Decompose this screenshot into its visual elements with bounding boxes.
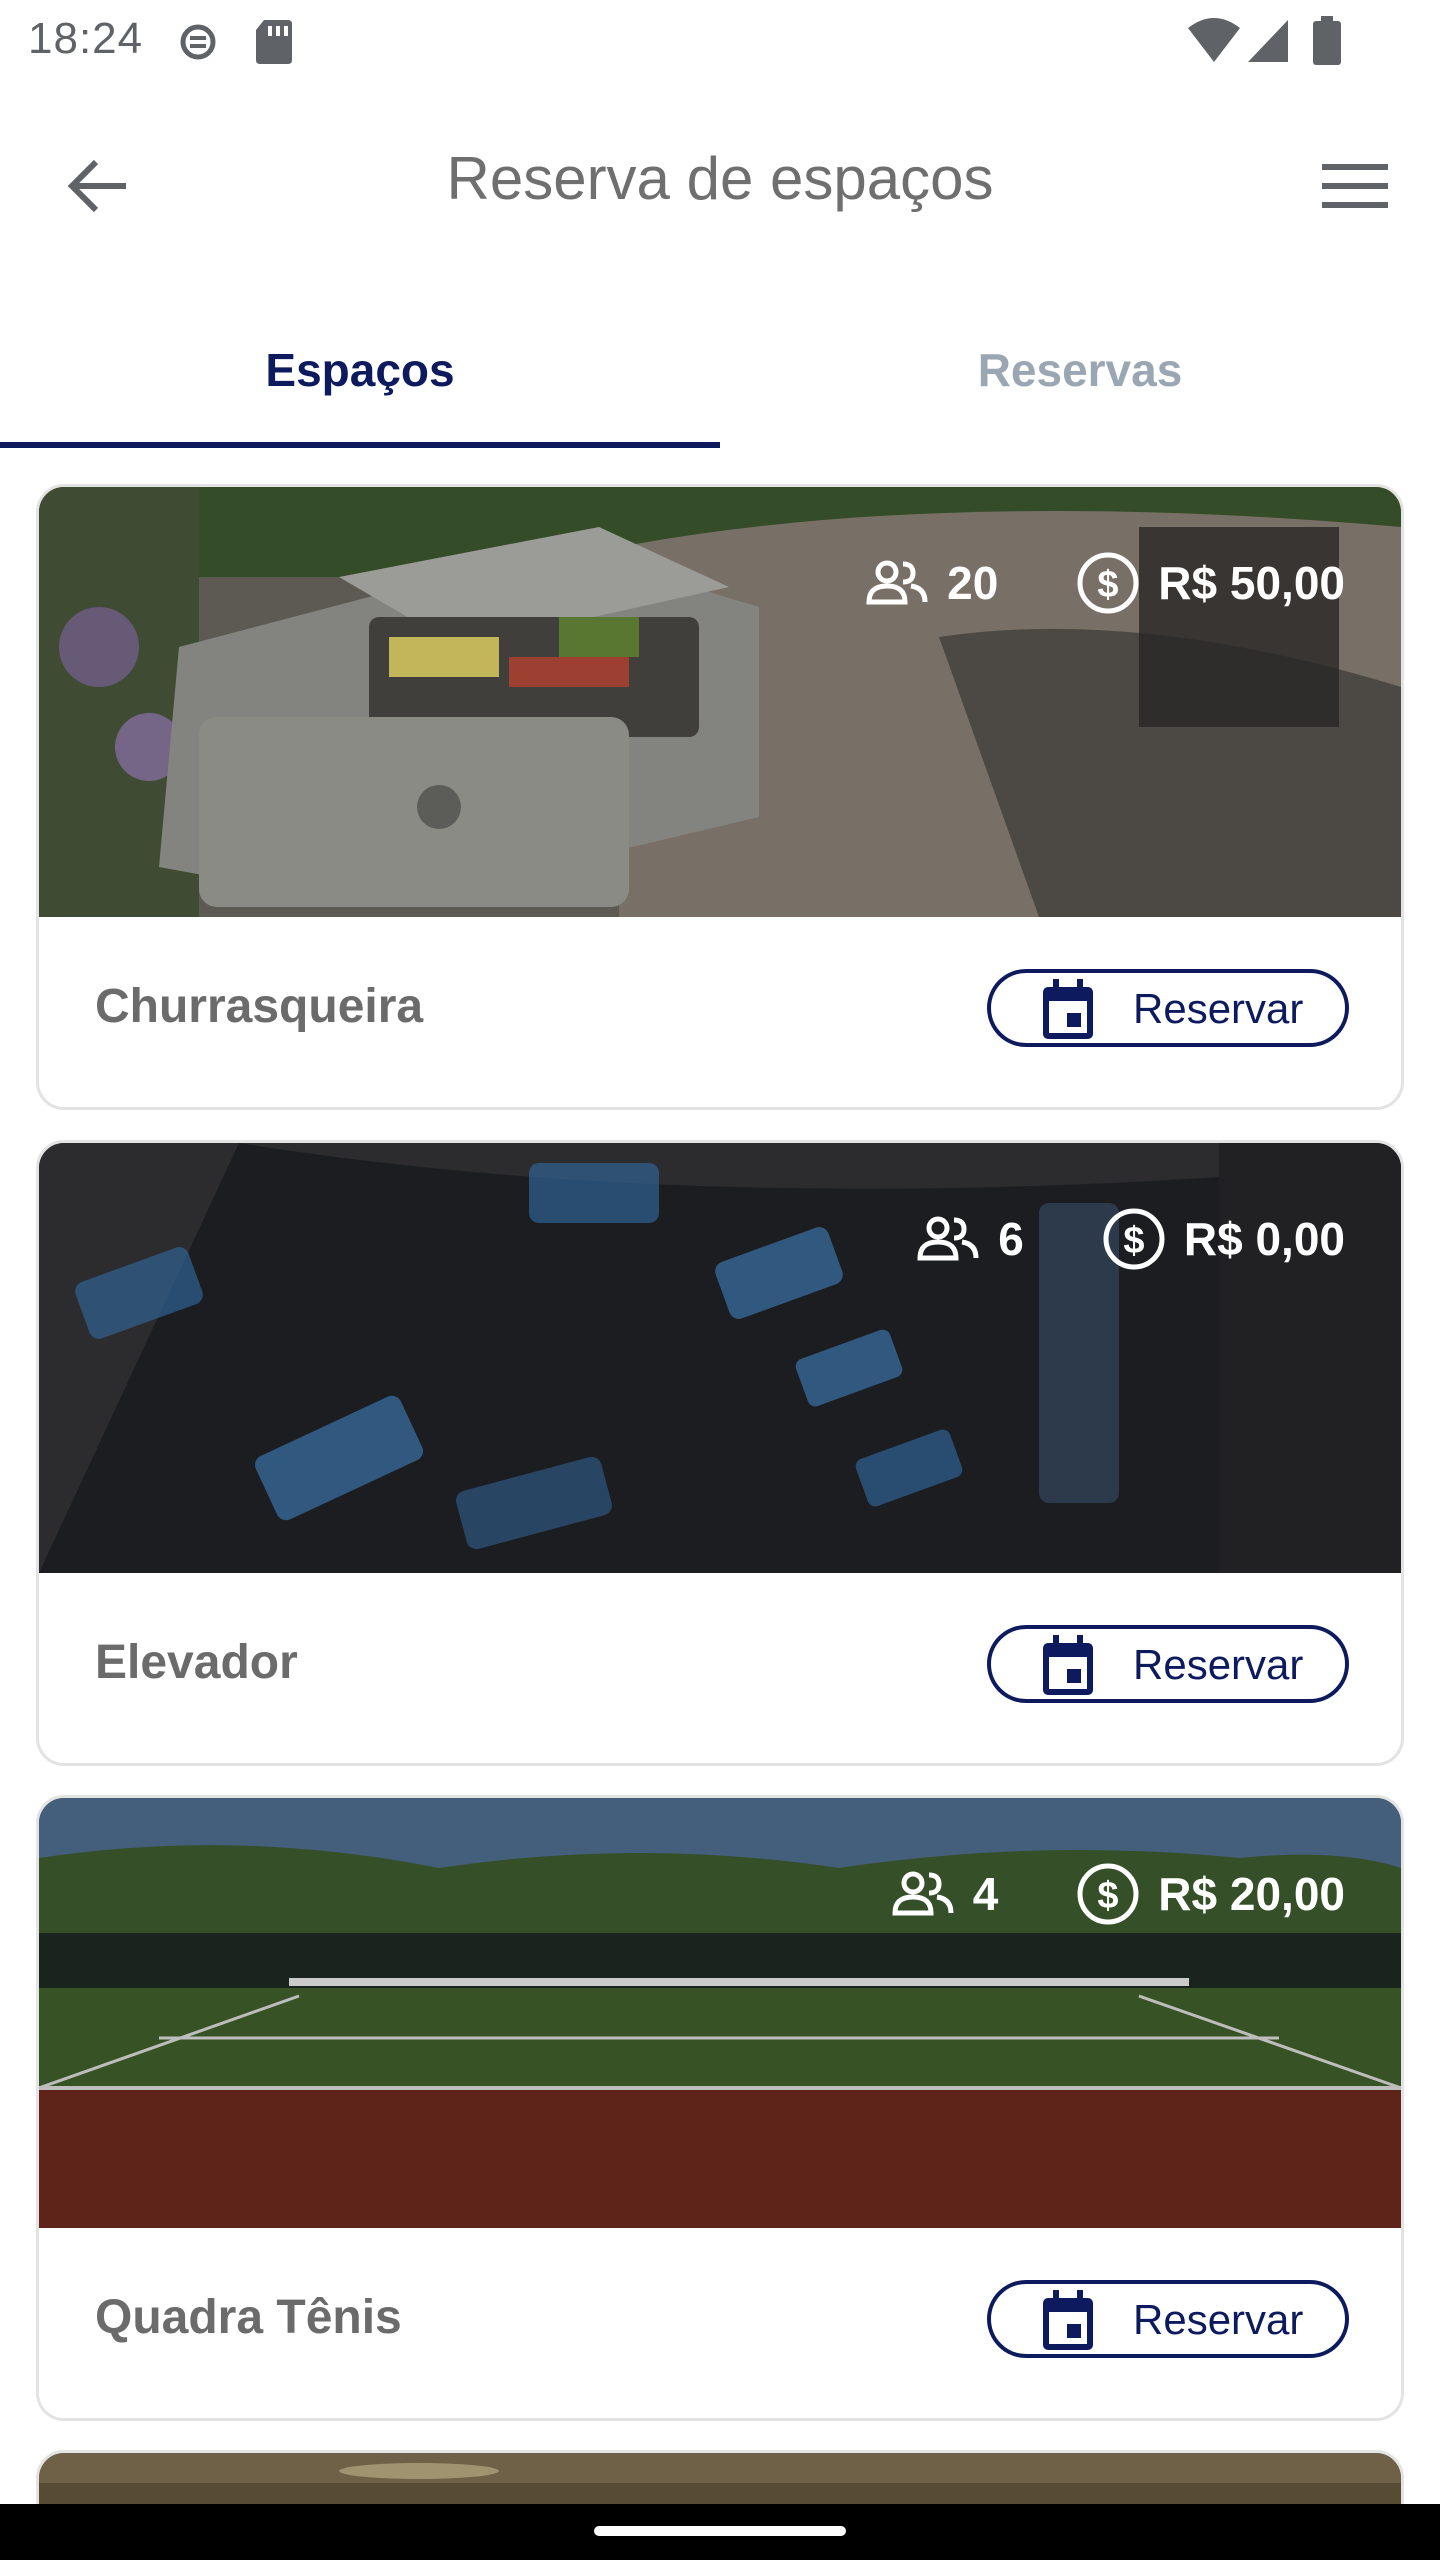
svg-text:$: $ bbox=[1098, 1875, 1119, 1917]
space-info-badges: 6 $ R$ 0,00 bbox=[916, 1207, 1345, 1271]
card-footer: Quadra Tênis Reservar bbox=[39, 2228, 1401, 2418]
space-info-badges: 4 $ R$ 20,00 bbox=[891, 1862, 1345, 1926]
wifi-icon bbox=[1186, 16, 1242, 69]
hamburger-menu-icon bbox=[1322, 162, 1388, 215]
sd-card-icon bbox=[252, 16, 296, 73]
dollar-circle-icon: $ bbox=[1076, 1862, 1140, 1926]
space-card-elevador[interactable]: 6 $ R$ 0,00 Elevador Reservar bbox=[36, 1140, 1404, 1766]
calendar-icon bbox=[1041, 2290, 1095, 2357]
card-footer: Churrasqueira Reservar bbox=[39, 917, 1401, 1107]
people-icon bbox=[916, 1216, 980, 1262]
space-image: 4 $ R$ 20,00 bbox=[39, 1798, 1401, 2228]
calendar-icon bbox=[1041, 979, 1095, 1046]
battery-icon bbox=[1312, 16, 1342, 71]
space-image: 6 $ R$ 0,00 bbox=[39, 1143, 1401, 1573]
status-time: 18:24 bbox=[28, 14, 144, 63]
tab-label: Reservas bbox=[977, 344, 1183, 396]
active-tab-indicator bbox=[0, 442, 720, 448]
space-info-badges: 20 $ R$ 50,00 bbox=[865, 551, 1345, 615]
price-badge: $ R$ 20,00 bbox=[1076, 1862, 1345, 1926]
capacity-value: 4 bbox=[972, 1868, 999, 1920]
reserve-label: Reservar bbox=[1133, 2296, 1304, 2343]
status-bar: 18:24 bbox=[0, 0, 1440, 84]
page-title: Reserva de espaços bbox=[446, 145, 994, 212]
space-name: Elevador bbox=[95, 1636, 298, 1689]
space-image: 20 $ R$ 50,00 bbox=[39, 487, 1401, 917]
price-value: R$ 0,00 bbox=[1183, 1213, 1345, 1265]
tab-reservas[interactable]: Reservas bbox=[720, 292, 1440, 448]
home-gesture-handle[interactable] bbox=[594, 2526, 846, 2536]
card-footer: Elevador Reservar bbox=[39, 1573, 1401, 1763]
cell-signal-icon bbox=[1246, 16, 1290, 69]
tab-label: Espaços bbox=[265, 344, 455, 396]
capacity-badge: 20 bbox=[865, 556, 998, 610]
space-card-quadra-tenis[interactable]: 4 $ R$ 20,00 Quadra Tênis Reservar bbox=[36, 1795, 1404, 2421]
app-bar: Reserva de espaços bbox=[0, 84, 1440, 280]
reserve-button[interactable]: Reservar bbox=[987, 2280, 1349, 2358]
people-icon bbox=[891, 1871, 955, 1917]
data-saver-icon bbox=[176, 16, 220, 73]
capacity-badge: 6 bbox=[916, 1212, 1024, 1266]
reserve-label: Reservar bbox=[1133, 1641, 1304, 1688]
price-value: R$ 20,00 bbox=[1158, 1868, 1345, 1920]
space-name: Quadra Tênis bbox=[95, 2291, 402, 2344]
price-value: R$ 50,00 bbox=[1158, 557, 1345, 609]
space-card-churrasqueira[interactable]: 20 $ R$ 50,00 Churrasqueira Reservar bbox=[36, 484, 1404, 1110]
tab-bar: Espaços Reservas bbox=[0, 292, 1440, 448]
calendar-icon bbox=[1041, 1635, 1095, 1702]
price-badge: $ R$ 50,00 bbox=[1076, 551, 1345, 615]
svg-text:$: $ bbox=[1123, 1220, 1144, 1262]
capacity-badge: 4 bbox=[891, 1867, 999, 1921]
system-nav-bar bbox=[0, 2504, 1440, 2560]
dollar-circle-icon: $ bbox=[1102, 1207, 1166, 1271]
reserve-button[interactable]: Reservar bbox=[987, 969, 1349, 1047]
menu-button[interactable] bbox=[1310, 146, 1400, 230]
capacity-value: 20 bbox=[947, 557, 999, 609]
svg-text:$: $ bbox=[1098, 564, 1119, 606]
people-icon bbox=[865, 560, 929, 606]
dollar-circle-icon: $ bbox=[1076, 551, 1140, 615]
reserve-label: Reservar bbox=[1133, 985, 1304, 1032]
price-badge: $ R$ 0,00 bbox=[1102, 1207, 1345, 1271]
tab-espacos[interactable]: Espaços bbox=[0, 292, 720, 448]
capacity-value: 6 bbox=[998, 1213, 1024, 1265]
space-name: Churrasqueira bbox=[95, 980, 424, 1033]
reserve-button[interactable]: Reservar bbox=[987, 1625, 1349, 1703]
